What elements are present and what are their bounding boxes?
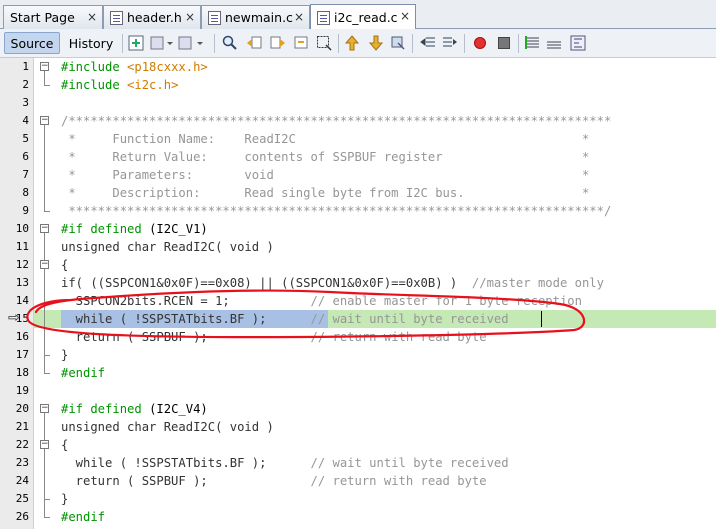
red-freehand-annotation [26,289,586,339]
